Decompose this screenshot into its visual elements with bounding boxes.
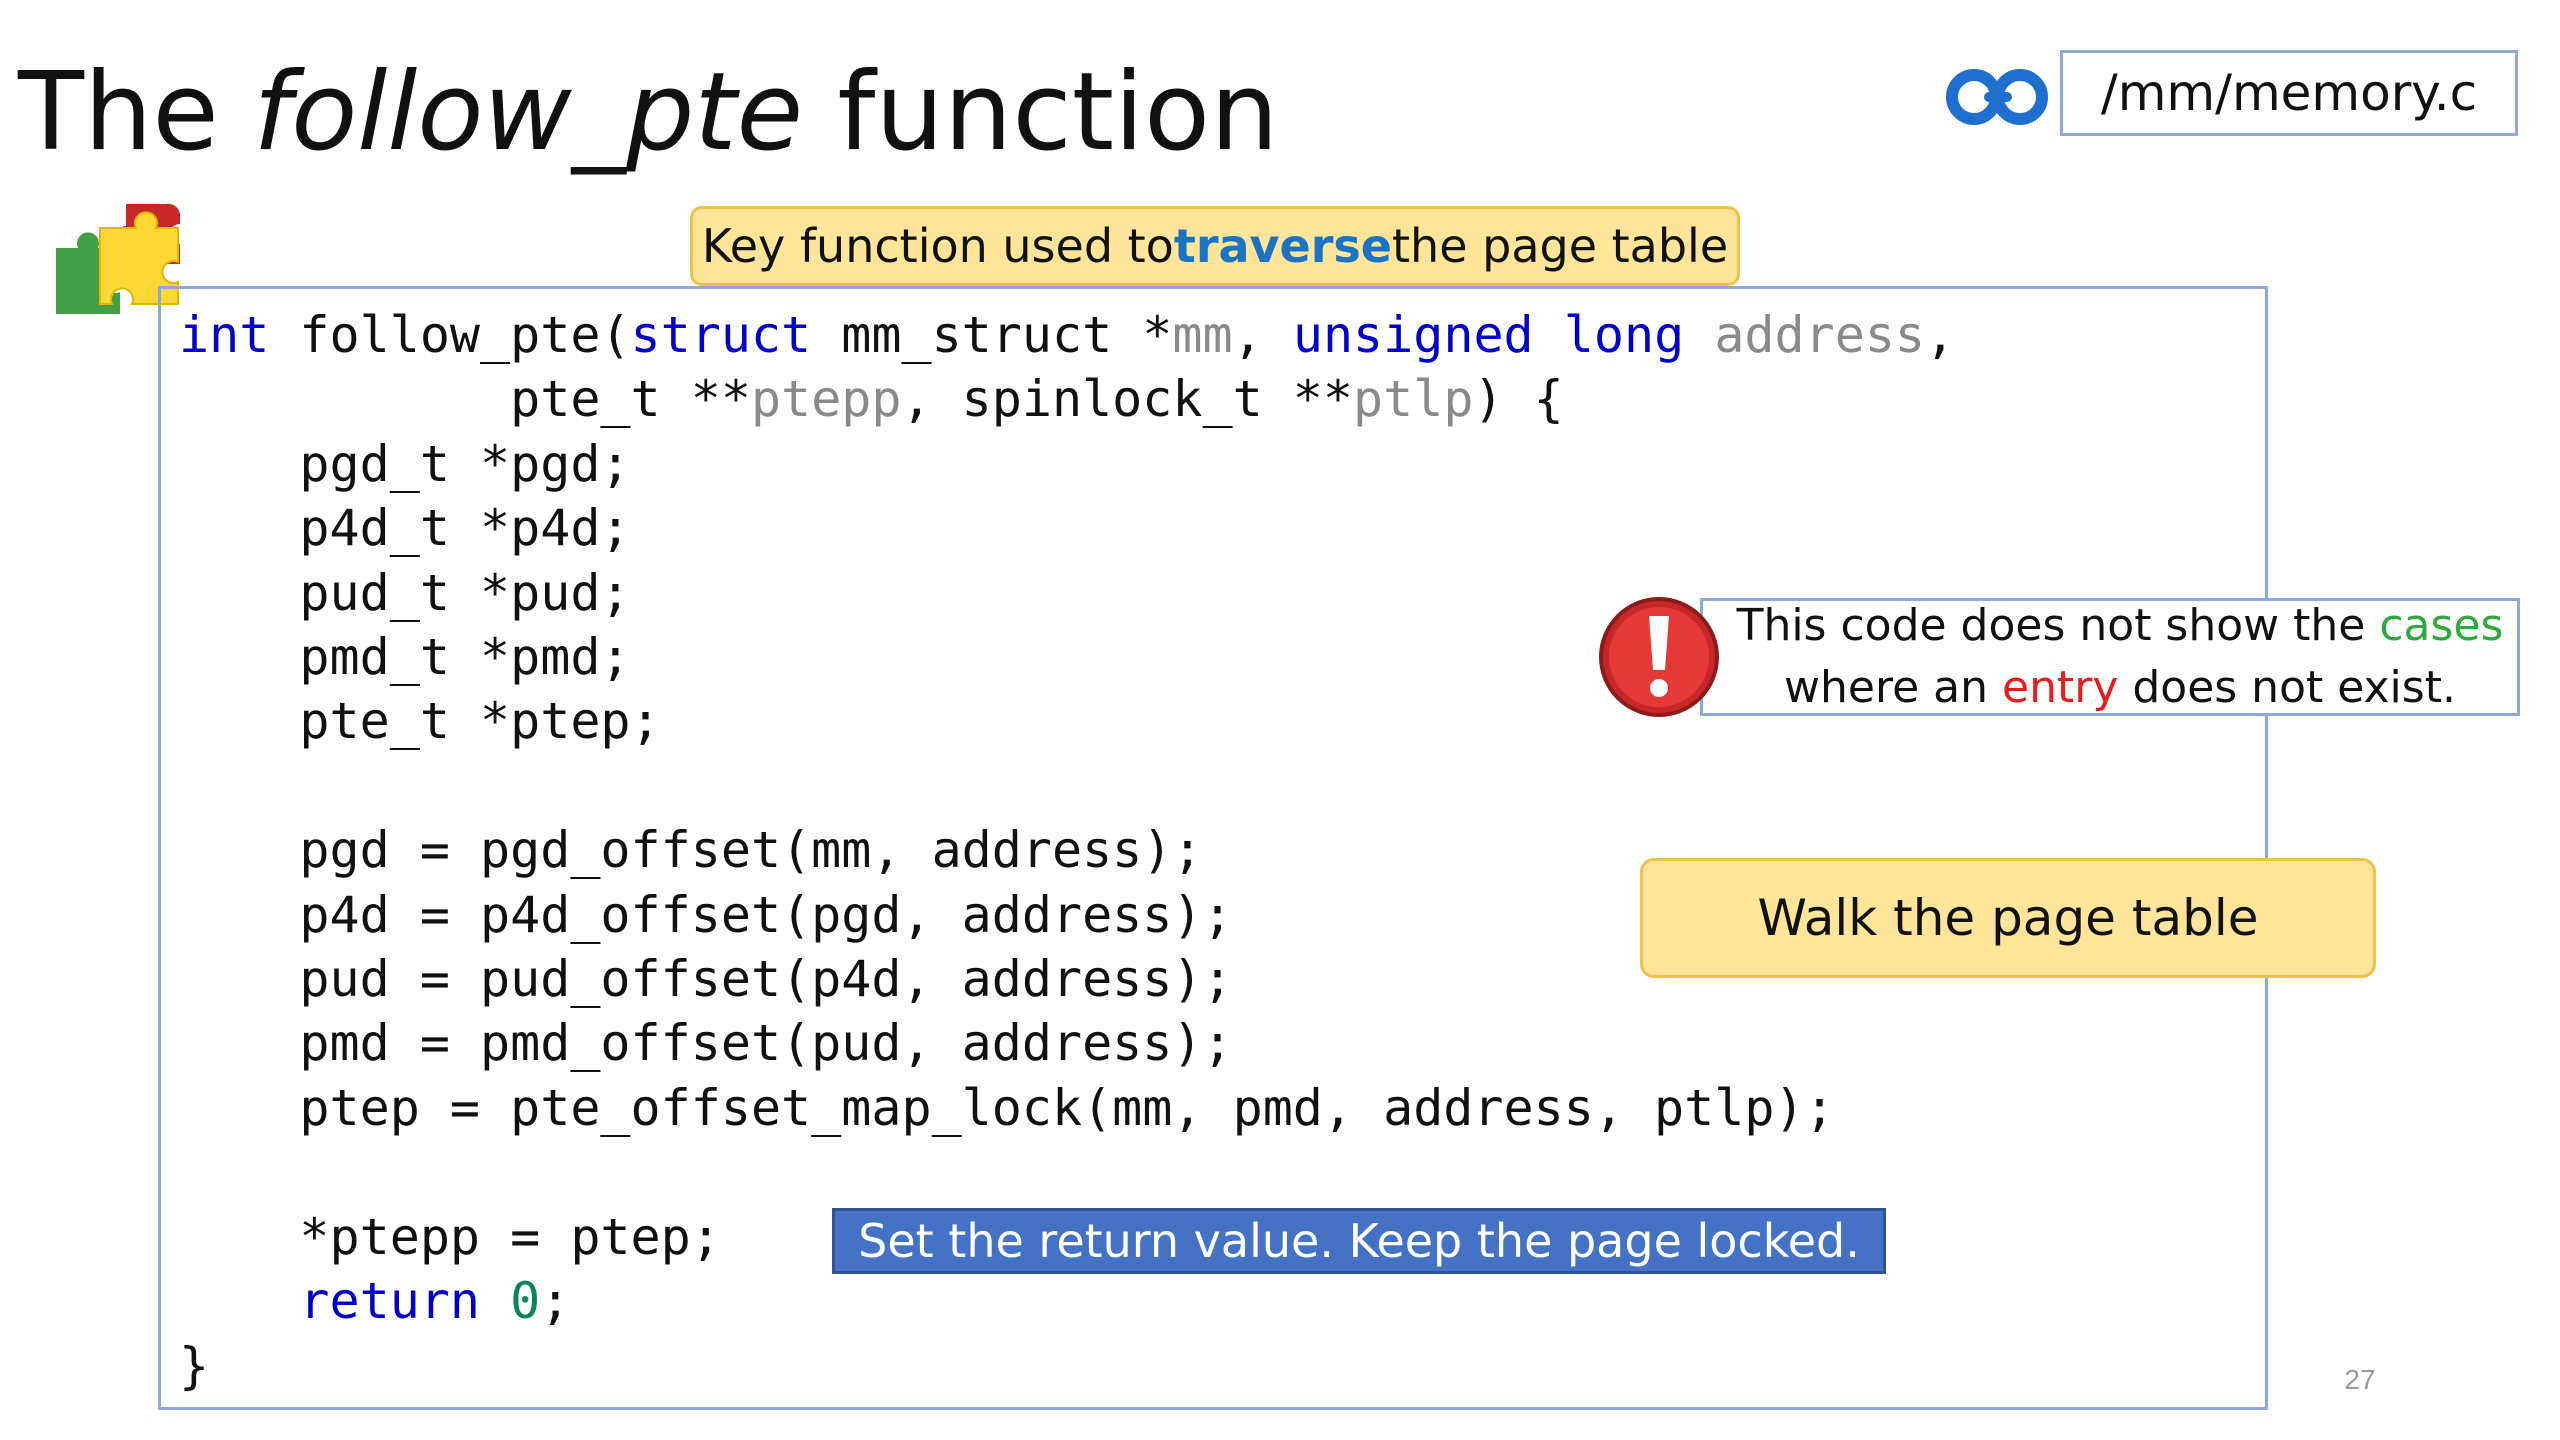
code-token: follow_pte( bbox=[269, 306, 631, 364]
source-file-path: /mm/memory.c bbox=[2060, 50, 2518, 136]
chain-link-icon bbox=[1946, 69, 2048, 125]
code-token: pte_t ** bbox=[179, 370, 751, 429]
code-line-15: *ptepp = ptep; bbox=[179, 1207, 721, 1266]
code-token: ) { bbox=[1473, 370, 1564, 429]
code-line-16: return 0; bbox=[179, 1272, 570, 1330]
code-line-5: pud_t *pud; bbox=[179, 563, 631, 622]
code-line-3: pgd_t *pgd; bbox=[179, 434, 631, 493]
exclamation-warning-icon bbox=[1599, 597, 1719, 717]
title-function-name: follow_pte bbox=[253, 50, 804, 175]
code-line-6: pmd_t *pmd; bbox=[179, 628, 631, 687]
note-text: where an bbox=[1784, 662, 2003, 713]
keyword-return: return bbox=[299, 1272, 481, 1331]
code-line-9: pgd = pgd_offset(mm, address); bbox=[179, 821, 1203, 880]
key-function-callout: Key function used to traverse the page t… bbox=[690, 206, 1740, 286]
key-function-highlight: traverse bbox=[1173, 219, 1392, 273]
title-suffix: function bbox=[803, 50, 1279, 175]
code-line-4: p4d_t *p4d; bbox=[179, 499, 631, 558]
param-mm: mm bbox=[1172, 306, 1233, 364]
return-value-callout: Set the return value. Keep the page lock… bbox=[832, 1208, 1886, 1274]
note-line-2: where an entry does not exist. bbox=[1784, 657, 2456, 719]
code-line-11: pud = pud_offset(p4d, address); bbox=[179, 950, 1233, 1009]
key-function-text-before: Key function used to bbox=[701, 219, 1174, 273]
note-entry-highlight: entry bbox=[2002, 662, 2119, 713]
note-line-1: This code does not show the cases bbox=[1737, 595, 2504, 657]
param-address: address bbox=[1714, 306, 1926, 364]
keyword-unsigned: unsigned bbox=[1292, 306, 1534, 364]
slide-title: The follow_pte function bbox=[18, 38, 1279, 188]
param-ptlp: ptlp bbox=[1353, 370, 1474, 429]
note-cases-highlight: cases bbox=[2379, 600, 2504, 651]
walk-page-table-callout: Walk the page table bbox=[1640, 858, 2376, 978]
code-line-10: p4d = p4d_offset(pgd, address); bbox=[179, 885, 1233, 944]
keyword-int: int bbox=[179, 306, 270, 364]
keyword-long: long bbox=[1563, 306, 1685, 364]
code-line-12: pmd = pmd_offset(pud, address); bbox=[179, 1014, 1233, 1073]
title-prefix: The bbox=[18, 50, 254, 175]
code-token: mm_struct * bbox=[811, 306, 1173, 364]
key-function-text-after: the page table bbox=[1392, 219, 1729, 273]
page-number: 27 bbox=[2344, 1364, 2376, 1395]
code-token: ; bbox=[540, 1272, 571, 1331]
note-text: does not exist. bbox=[2118, 662, 2456, 713]
keyword-struct: struct bbox=[630, 306, 812, 364]
code-line-17: } bbox=[179, 1336, 210, 1395]
code-line-13: ptep = pte_offset_map_lock(mm, pmd, addr… bbox=[179, 1078, 1835, 1137]
code-token: , spinlock_t ** bbox=[901, 370, 1354, 429]
missing-entry-note: This code does not show the cases where … bbox=[1700, 598, 2520, 716]
code-line-1: int follow_pte(struct mm_struct *mm, uns… bbox=[179, 306, 1955, 364]
number-zero: 0 bbox=[510, 1272, 541, 1331]
note-text: This code does not show the bbox=[1736, 600, 2380, 651]
code-line-7: pte_t *ptep; bbox=[179, 692, 661, 751]
code-token: , bbox=[1925, 306, 1956, 364]
code-line-2: pte_t **ptepp, spinlock_t **ptlp) { bbox=[179, 370, 1564, 428]
code-token: , bbox=[1232, 306, 1293, 364]
param-ptepp: ptepp bbox=[750, 370, 902, 429]
